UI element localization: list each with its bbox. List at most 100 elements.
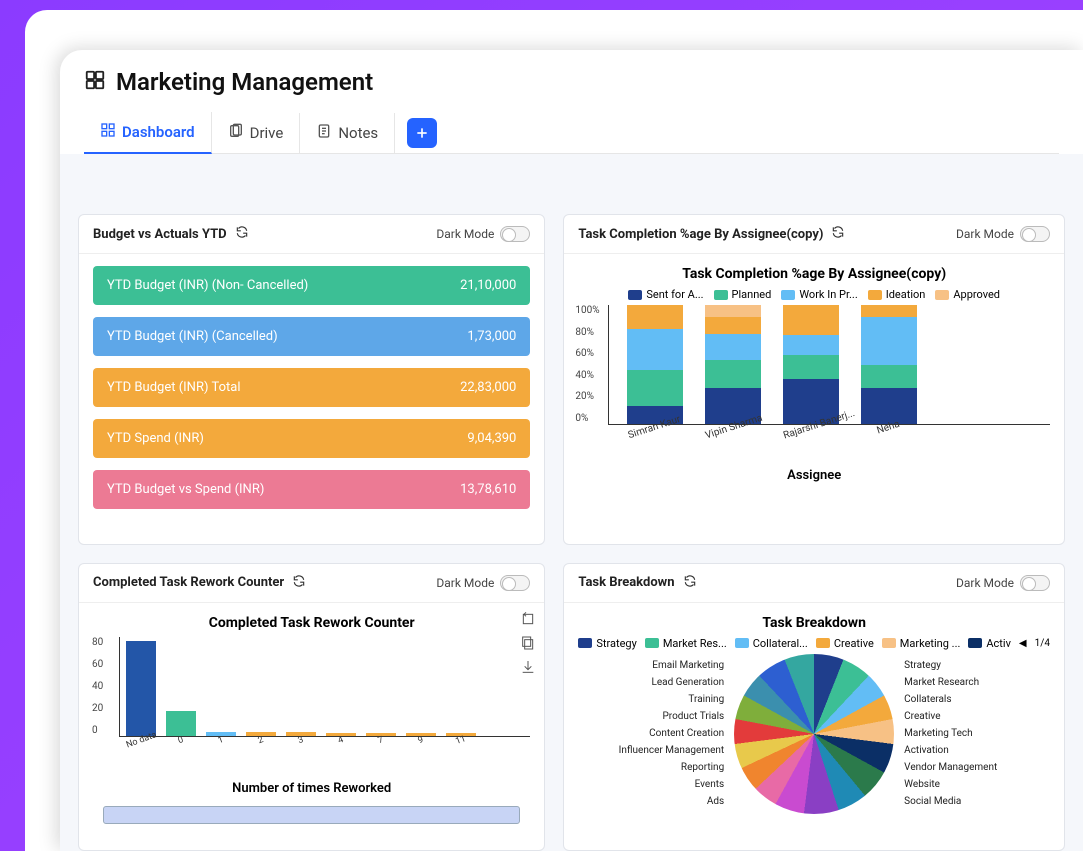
- bar-column: [705, 305, 761, 424]
- y-tick: 0: [92, 725, 103, 736]
- legend-swatch: [781, 290, 795, 300]
- pie-slice-label: Social Media: [904, 796, 961, 807]
- stat-value: 21,10,000: [460, 278, 516, 293]
- pie-slice-label: Reporting: [681, 762, 724, 773]
- card-title: Budget vs Actuals YTD: [93, 227, 227, 242]
- bar-column: [861, 305, 917, 424]
- y-tick: 60%: [575, 348, 599, 359]
- legend-swatch: [628, 290, 642, 300]
- chart-title: Task Breakdown: [578, 615, 1050, 631]
- tab-label: Notes: [338, 124, 378, 142]
- stat-label: YTD Budget vs Spend (INR): [107, 482, 264, 497]
- refresh-icon[interactable]: [683, 574, 697, 592]
- stat-row: YTD Budget (INR) (Cancelled) 1,73,000: [93, 317, 530, 356]
- y-tick: 0%: [575, 413, 599, 424]
- chart-scrollbar[interactable]: [103, 806, 520, 824]
- legend-item: Collateral...: [735, 637, 808, 650]
- pie-slice-label: Vendor Management: [904, 762, 997, 773]
- tab-notes[interactable]: Notes: [300, 113, 395, 153]
- legend-label: Activ: [986, 637, 1011, 650]
- card-head: Task Completion %age By Assignee(copy) D…: [564, 215, 1064, 254]
- card-title: Task Breakdown: [578, 575, 674, 590]
- y-tick: 60: [92, 659, 103, 670]
- pie-slice-label: Market Research: [904, 677, 979, 688]
- bar-segment: [705, 334, 761, 360]
- stat-row: YTD Budget (INR) Total22,83,000: [93, 368, 530, 407]
- drive-icon: [228, 123, 244, 143]
- bar-segment: [705, 317, 761, 334]
- card-head: Completed Task Rework Counter Dark Mode: [79, 564, 544, 603]
- bar-chart: 806040200: [119, 637, 530, 737]
- y-tick: 100%: [575, 305, 599, 316]
- legend-swatch: [735, 638, 749, 648]
- legend-item: Marketing ...: [882, 637, 961, 650]
- stat-row: YTD Budget (INR) (Non- Cancelled)21,10,0…: [93, 266, 530, 305]
- chart-legend: Sent for A...PlannedWork In Pr...Ideatio…: [578, 288, 1050, 301]
- legend-label: Planned: [732, 288, 772, 301]
- stat-row: YTD Spend (INR)9,04,390: [93, 419, 530, 458]
- dark-mode-label: Dark Mode: [956, 576, 1014, 590]
- rotate-icon[interactable]: [520, 611, 536, 631]
- stat-label: YTD Budget (INR) (Cancelled): [107, 329, 278, 344]
- x-axis-labels: No data012347911: [93, 741, 530, 751]
- pie-slice-label: Marketing Tech: [904, 728, 973, 739]
- chart-title: Task Completion %age By Assignee(copy): [578, 266, 1050, 282]
- pie-slice-label: Content Creation: [649, 728, 724, 739]
- legend-label: Marketing ...: [900, 637, 961, 650]
- bar-column: [627, 305, 683, 424]
- refresh-icon[interactable]: [235, 225, 249, 243]
- legend-item: Ideation: [868, 288, 926, 301]
- card-body: Completed Task Rework Counter 806040200 …: [79, 603, 544, 851]
- y-tick: 40: [92, 681, 103, 692]
- y-tick: 80: [92, 637, 103, 648]
- pie-slice-label: Events: [695, 779, 725, 790]
- pie-slice-label: Training: [688, 694, 724, 705]
- pie-slice-label: Website: [904, 779, 940, 790]
- pie-slice-label: Strategy: [904, 660, 941, 671]
- y-tick: 20: [92, 703, 103, 714]
- legend-item: Approved: [935, 288, 1000, 301]
- dark-mode-toggle[interactable]: Dark Mode: [956, 575, 1050, 591]
- refresh-icon[interactable]: [831, 225, 845, 243]
- stat-label: YTD Spend (INR): [107, 431, 204, 446]
- card-head: Task Breakdown Dark Mode: [564, 564, 1064, 603]
- bar-segment: [783, 355, 839, 379]
- dark-mode-toggle[interactable]: Dark Mode: [956, 226, 1050, 242]
- pie-slice-label: Ads: [707, 796, 724, 807]
- tab-drive[interactable]: Drive: [212, 113, 301, 153]
- y-axis-labels: 100%80%60%40%20%0%: [575, 305, 599, 424]
- stat-value: 13,78,610: [460, 482, 516, 497]
- dashboard-content: Budget vs Actuals YTD Dark Mode YTD Budg…: [60, 154, 1083, 851]
- legend-item: Strategy: [578, 637, 636, 650]
- tab-label: Dashboard: [122, 123, 195, 141]
- chevron-left-icon[interactable]: ◀: [1019, 638, 1027, 649]
- card-task-breakdown: Task Breakdown Dark Mode Task Breakdown …: [563, 563, 1065, 851]
- dark-mode-label: Dark Mode: [436, 576, 494, 590]
- pie-slice-label: Influencer Management: [619, 745, 725, 756]
- stat-value: 1,73,000: [467, 329, 516, 344]
- dashboard-icon: [100, 122, 116, 142]
- bar: [126, 641, 156, 735]
- legend-label: Creative: [834, 637, 874, 650]
- dark-mode-toggle[interactable]: Dark Mode: [436, 226, 530, 242]
- toggle-icon: [1020, 226, 1050, 242]
- legend-swatch: [714, 290, 728, 300]
- legend-swatch: [816, 638, 830, 648]
- add-tab-button[interactable]: [407, 118, 437, 148]
- card-task-completion: Task Completion %age By Assignee(copy) D…: [563, 214, 1065, 545]
- legend-label: Sent for A...: [646, 288, 703, 301]
- legend-item: Planned: [714, 288, 772, 301]
- bar-segment: [783, 335, 839, 355]
- x-axis-title: Assignee: [578, 468, 1050, 483]
- refresh-icon[interactable]: [292, 574, 306, 592]
- bar-segment: [627, 305, 683, 329]
- legend-swatch: [882, 638, 896, 648]
- legend-label: Approved: [953, 288, 1000, 301]
- dark-mode-toggle[interactable]: Dark Mode: [436, 575, 530, 591]
- stat-label: YTD Budget (INR) Total: [107, 380, 241, 395]
- tab-dashboard[interactable]: Dashboard: [84, 112, 212, 154]
- card-head: Budget vs Actuals YTD Dark Mode: [79, 215, 544, 254]
- header: Marketing Management Dashboard Drive Not…: [60, 50, 1083, 154]
- toggle-icon: [500, 575, 530, 591]
- card-title: Completed Task Rework Counter: [93, 575, 284, 590]
